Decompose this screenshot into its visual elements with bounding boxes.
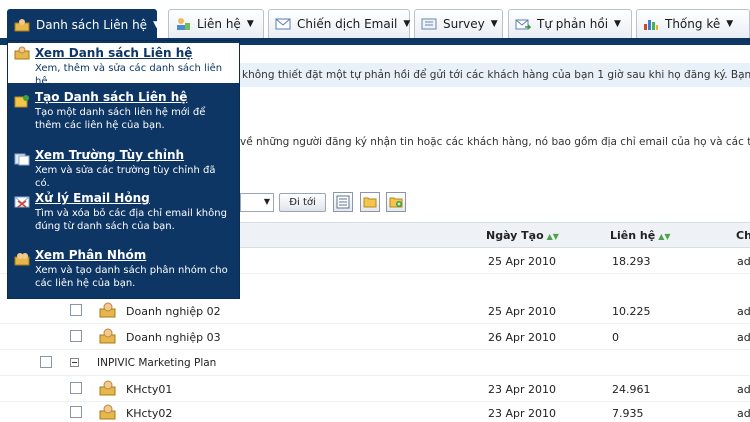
menu-item-create-contact-list[interactable]: Tạo Danh sách Liên hệ Tạo một danh sách … bbox=[8, 88, 239, 144]
intro-text: về những người đăng ký nhận tin hoặc các… bbox=[240, 136, 750, 148]
group-checkbox[interactable] bbox=[40, 356, 52, 368]
autoresponder-icon bbox=[515, 19, 531, 30]
column-created[interactable]: Ngày Tạo ▲▼ bbox=[486, 229, 559, 242]
sort-arrows-icon[interactable]: ▲▼ bbox=[658, 232, 670, 241]
row-checkbox[interactable] bbox=[70, 330, 82, 342]
table-row-group[interactable]: INPIVIC Marketing Plan bbox=[0, 350, 750, 376]
contacts-icon bbox=[14, 19, 30, 32]
folder-icon bbox=[363, 197, 377, 208]
table-row[interactable]: Doanh nghiệp 03 26 Apr 2010 0 ad bbox=[0, 324, 750, 350]
table-row[interactable]: KHcty01 23 Apr 2010 24.961 ad bbox=[0, 376, 750, 402]
menu-item-view-segments[interactable]: Xem Phân Nhóm Xem và tạo danh sách phân … bbox=[8, 246, 239, 300]
contact-person-icon bbox=[177, 18, 190, 30]
menu-item-view-custom-fields[interactable]: Xem Trường Tùy chỉnh Xem và sửa các trườ… bbox=[8, 146, 239, 189]
contact-list-icon bbox=[99, 380, 116, 396]
chevron-down-icon: ▼ bbox=[246, 19, 254, 29]
column-owner[interactable]: Ch bbox=[736, 229, 750, 242]
chevron-down-icon: ▼ bbox=[263, 197, 270, 206]
tab-survey[interactable]: Survey ▼ bbox=[414, 9, 503, 38]
tab-statistics[interactable]: Thống kê ▼ bbox=[636, 9, 750, 38]
tab-autoresponders[interactable]: Tự phản hồi ▼ bbox=[508, 9, 632, 38]
tab-label: Chiến dịch Email bbox=[297, 17, 398, 31]
group-name[interactable]: INPIVIC Marketing Plan bbox=[97, 357, 216, 369]
sort-arrows-icon[interactable]: ▲▼ bbox=[547, 232, 559, 241]
tab-label: Danh sách Liên hệ bbox=[36, 18, 148, 32]
contact-lists-dropdown-menu: Xem Danh sách Liên hệ Xem, thêm và sửa c… bbox=[7, 40, 240, 299]
custom-fields-icon bbox=[14, 153, 30, 166]
chevron-down-icon: ▼ bbox=[490, 19, 498, 29]
folder-view-button[interactable] bbox=[360, 192, 380, 212]
list-name[interactable]: Doanh nghiệp 03 bbox=[126, 331, 221, 344]
column-contacts[interactable]: Liên hệ ▲▼ bbox=[610, 229, 671, 242]
contacts-icon bbox=[14, 46, 30, 60]
chevron-down-icon: ▼ bbox=[153, 20, 160, 30]
segments-icon bbox=[14, 253, 30, 266]
tab-contact-lists[interactable]: Danh sách Liên hệ ▼ bbox=[7, 9, 160, 40]
row-checkbox[interactable] bbox=[70, 406, 82, 418]
info-message: không thiết đặt một tự phản hồi để gửi t… bbox=[240, 63, 750, 87]
create-list-icon bbox=[14, 95, 29, 108]
bar-chart-icon bbox=[644, 20, 658, 30]
contact-list-icon bbox=[99, 302, 116, 318]
table-row[interactable]: Doanh nghiệp 02 25 Apr 2010 10.225 ad bbox=[0, 298, 750, 324]
table-row[interactable]: KHcty02 23 Apr 2010 7.935 ad bbox=[0, 400, 750, 422]
list-name[interactable]: KHcty02 bbox=[126, 407, 172, 420]
row-checkbox[interactable] bbox=[70, 382, 82, 394]
chevron-down-icon: ▼ bbox=[726, 19, 734, 29]
tab-label: Liên hệ bbox=[197, 17, 241, 31]
tab-contacts[interactable]: Liên hệ ▼ bbox=[168, 9, 264, 38]
contact-list-icon bbox=[99, 404, 116, 420]
tab-email-campaigns[interactable]: Chiến dịch Email ▼ bbox=[268, 9, 410, 38]
tab-label: Tự phản hồi bbox=[537, 17, 609, 31]
row-checkbox[interactable] bbox=[70, 304, 82, 316]
chevron-down-icon: ▼ bbox=[403, 19, 411, 29]
chevron-down-icon: ▼ bbox=[614, 19, 621, 29]
list-name[interactable]: KHcty01 bbox=[126, 383, 172, 396]
envelope-icon bbox=[275, 18, 291, 30]
tab-label: Thống kê bbox=[665, 17, 721, 31]
survey-icon bbox=[421, 18, 437, 30]
list-view-button[interactable] bbox=[333, 192, 353, 212]
menu-item-view-contact-lists[interactable]: Xem Danh sách Liên hệ Xem, thêm và sửa c… bbox=[8, 43, 239, 87]
list-name[interactable]: Doanh nghiệp 02 bbox=[126, 305, 221, 318]
collapse-icon[interactable] bbox=[70, 358, 79, 367]
menu-item-bounced-emails[interactable]: Xử lý Email Hỏng Tìm và xóa bỏ các địa c… bbox=[8, 189, 239, 245]
action-select[interactable]: ▼ bbox=[240, 193, 274, 212]
main-navigation: Danh sách Liên hệ ▼ Liên hệ ▼ Chiến dịch… bbox=[0, 0, 750, 45]
bounce-email-icon bbox=[14, 196, 30, 208]
table-header: Ngày Tạo ▲▼ Liên hệ ▲▼ Ch bbox=[240, 222, 750, 248]
add-folder-icon bbox=[389, 197, 403, 208]
goto-button[interactable]: Đi tới bbox=[279, 193, 326, 212]
new-folder-button[interactable] bbox=[386, 192, 406, 212]
tab-label: Survey bbox=[443, 17, 485, 31]
list-icon bbox=[336, 195, 350, 209]
contact-list-icon bbox=[99, 328, 116, 344]
